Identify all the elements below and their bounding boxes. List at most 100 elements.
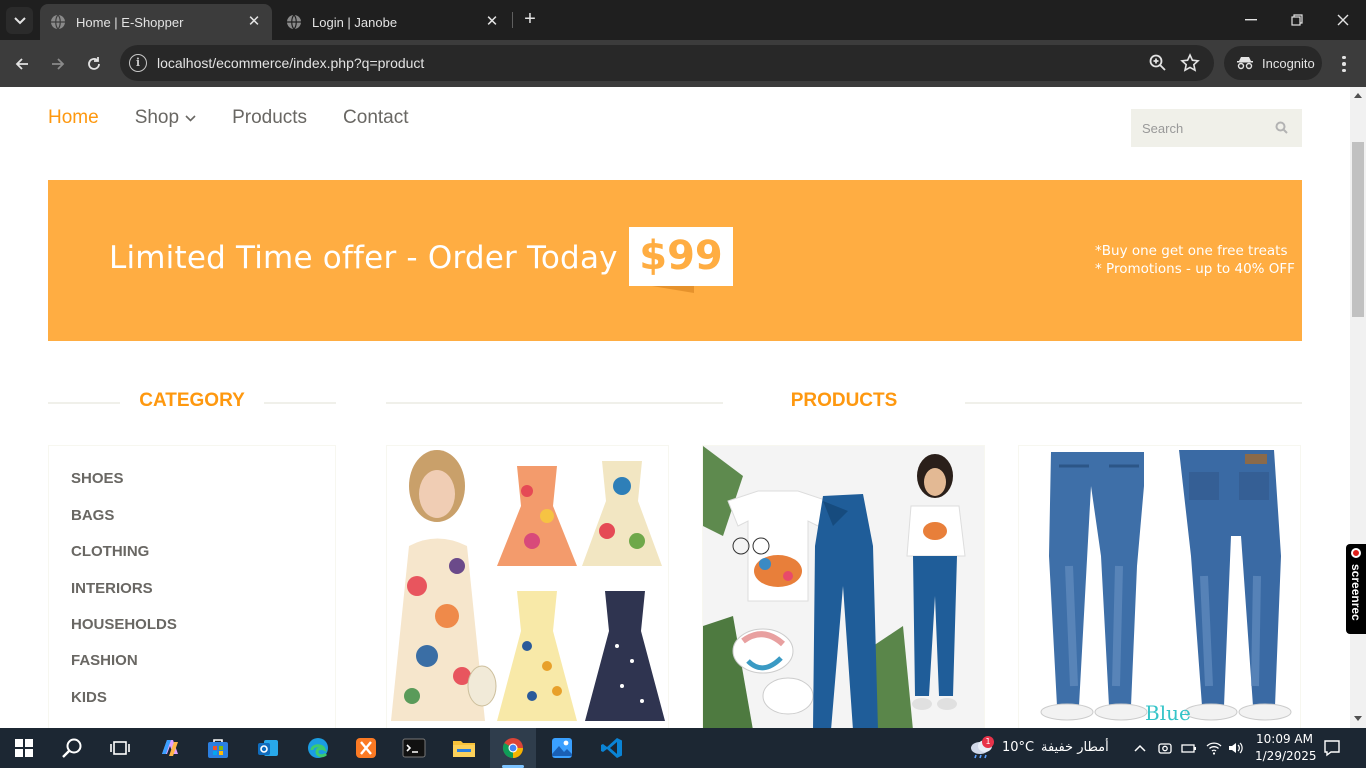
category-item-fashion[interactable]: FASHION bbox=[71, 652, 138, 669]
back-button[interactable] bbox=[8, 50, 36, 78]
product-image-floral-dresses[interactable] bbox=[387, 446, 668, 728]
weather-widget[interactable] bbox=[964, 732, 1000, 764]
vscode-app[interactable] bbox=[592, 732, 632, 764]
promo-line: *Buy one get one free treats bbox=[1095, 243, 1288, 259]
forward-button[interactable] bbox=[44, 50, 72, 78]
new-tab-button[interactable]: + bbox=[518, 8, 542, 32]
nav-shop[interactable]: Shop bbox=[135, 107, 196, 129]
tab-login-janobe[interactable]: Login | Janobe ✕ bbox=[276, 4, 510, 40]
promo-line: * Promotions - up to 40% OFF bbox=[1095, 261, 1295, 277]
clock-date[interactable]: 1/29/2025 bbox=[1255, 749, 1317, 763]
incognito-indicator[interactable]: Incognito bbox=[1224, 46, 1322, 80]
screenrec-widget[interactable]: screenrec bbox=[1346, 544, 1366, 634]
category-item-bags[interactable]: BAGS bbox=[71, 507, 114, 524]
xampp-app[interactable] bbox=[346, 732, 386, 764]
tab-separator bbox=[512, 12, 513, 28]
file-explorer-app[interactable] bbox=[444, 732, 484, 764]
category-item-households[interactable]: HOUSEHOLDS bbox=[71, 616, 177, 633]
url-text[interactable]: localhost/ecommerce/index.php?q=product bbox=[157, 55, 424, 71]
address-bar[interactable]: i localhost/ecommerce/index.php?q=produc… bbox=[120, 45, 1214, 81]
notifications-button[interactable] bbox=[1314, 732, 1350, 764]
category-item-clothing[interactable]: CLOTHING bbox=[71, 543, 149, 560]
zoom-icon[interactable] bbox=[1148, 53, 1168, 73]
close-icon[interactable]: ✕ bbox=[246, 14, 262, 30]
folder-icon bbox=[453, 741, 475, 757]
photos-icon bbox=[552, 738, 572, 758]
price-tag: $99 bbox=[629, 227, 733, 286]
camera-tray-button[interactable] bbox=[1154, 732, 1176, 764]
incognito-label: Incognito bbox=[1262, 55, 1315, 71]
minimize-icon bbox=[1245, 19, 1257, 21]
category-item-interiors[interactable]: INTERIORS bbox=[71, 580, 153, 597]
nav-products[interactable]: Products bbox=[232, 107, 307, 129]
product-label: Blue bbox=[1145, 701, 1191, 725]
close-icon[interactable]: ✕ bbox=[484, 14, 500, 30]
notification-icon bbox=[1324, 740, 1340, 757]
battery-tray-button[interactable] bbox=[1178, 732, 1200, 764]
browser-toolbar: i localhost/ecommerce/index.php?q=produc… bbox=[0, 40, 1366, 87]
browser-menu-button[interactable] bbox=[1332, 50, 1356, 78]
scrollbar-thumb[interactable] bbox=[1352, 142, 1364, 317]
product-image-blue-jeans[interactable] bbox=[1019, 446, 1300, 728]
weather-text: أمطار خفيفة bbox=[1041, 740, 1109, 755]
category-item-shoes[interactable]: SHOES bbox=[71, 470, 124, 487]
price-tag-shadow bbox=[652, 286, 694, 293]
screenrec-label: screenrec bbox=[1349, 564, 1363, 621]
search-input[interactable] bbox=[1131, 109, 1261, 147]
show-hidden-icons-button[interactable] bbox=[1128, 732, 1152, 764]
browser-tab-bar: Home | E-Shopper ✕ Login | Janobe ✕ + bbox=[0, 0, 1366, 40]
products-title: PRODUCTS bbox=[790, 390, 898, 411]
scroll-up-arrow-icon[interactable] bbox=[1354, 93, 1362, 98]
tab-home-eshopper[interactable]: Home | E-Shopper ✕ bbox=[40, 4, 272, 40]
weather-badge: 1 bbox=[982, 736, 994, 748]
search-box bbox=[1131, 109, 1302, 147]
star-icon[interactable] bbox=[1180, 53, 1200, 73]
start-button[interactable] bbox=[4, 732, 44, 764]
reload-button[interactable] bbox=[80, 50, 108, 78]
wifi-icon bbox=[1206, 742, 1222, 755]
divider bbox=[386, 402, 723, 404]
promo-banner[interactable]: Limited Time offer - Order Today For $99… bbox=[48, 180, 1302, 341]
volume-tray-button[interactable] bbox=[1225, 732, 1247, 764]
edge-app[interactable] bbox=[298, 732, 338, 764]
product-card[interactable]: Blue bbox=[1018, 445, 1301, 728]
outlook-icon bbox=[258, 740, 278, 756]
tab-title: Home | E-Shopper bbox=[76, 14, 184, 30]
terminal-app[interactable] bbox=[394, 732, 434, 764]
copilot-app[interactable] bbox=[150, 732, 190, 764]
divider bbox=[264, 402, 336, 404]
close-window-button[interactable] bbox=[1320, 6, 1366, 34]
nav-home[interactable]: Home bbox=[48, 107, 99, 129]
divider bbox=[48, 402, 120, 404]
store-icon bbox=[208, 739, 228, 758]
restore-button[interactable] bbox=[1274, 6, 1320, 34]
photos-app[interactable] bbox=[542, 732, 582, 764]
chevron-down-icon bbox=[13, 16, 26, 24]
product-image-tshirt-and-blue-pants-outfit[interactable] bbox=[703, 446, 984, 728]
category-item-kids[interactable]: KIDS bbox=[71, 689, 107, 706]
tab-search-button[interactable] bbox=[6, 7, 33, 34]
windows-logo-icon bbox=[15, 739, 33, 757]
weather-temp: 10°C bbox=[1002, 740, 1035, 755]
search-icon[interactable] bbox=[1275, 121, 1288, 134]
scroll-down-arrow-icon[interactable] bbox=[1354, 716, 1362, 721]
minimize-button[interactable] bbox=[1228, 6, 1274, 34]
clock-time[interactable]: 10:09 AM bbox=[1256, 732, 1313, 746]
terminal-icon bbox=[402, 738, 426, 758]
task-view-button[interactable] bbox=[100, 732, 140, 764]
chrome-app[interactable] bbox=[493, 732, 533, 764]
web-page: Home Shop Products Contact Limited Time … bbox=[0, 87, 1350, 728]
reload-icon bbox=[88, 57, 100, 70]
taskbar-search-button[interactable] bbox=[52, 732, 92, 764]
nav-contact[interactable]: Contact bbox=[343, 107, 408, 129]
windows-taskbar: 1 10°C أمطار خفيفة 10:09 AM 1/29/2025 bbox=[0, 728, 1366, 768]
banner-headline: Limited Time offer - Order Today For bbox=[109, 240, 677, 276]
outlook-app[interactable] bbox=[248, 732, 288, 764]
banner-promotions: *Buy one get one free treats * Promotion… bbox=[1095, 242, 1295, 278]
wifi-tray-button[interactable] bbox=[1203, 732, 1225, 764]
product-card[interactable] bbox=[702, 445, 985, 728]
site-info-icon[interactable]: i bbox=[129, 54, 147, 72]
microsoft-store-app[interactable] bbox=[198, 732, 238, 764]
product-card[interactable] bbox=[386, 445, 669, 728]
speaker-icon bbox=[1229, 742, 1243, 754]
